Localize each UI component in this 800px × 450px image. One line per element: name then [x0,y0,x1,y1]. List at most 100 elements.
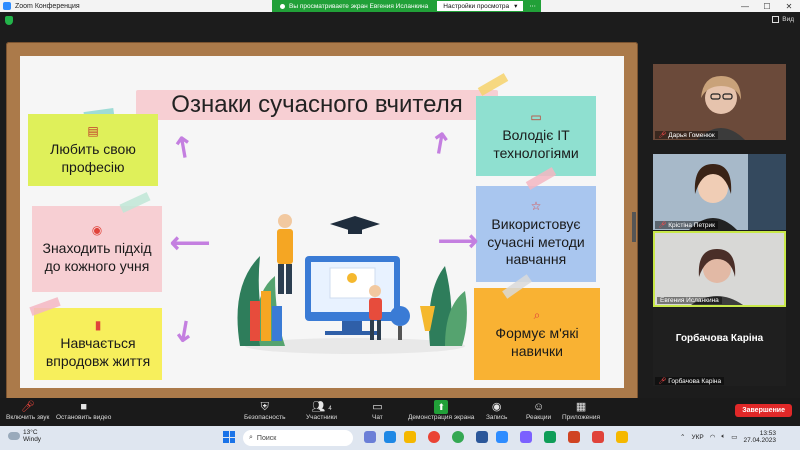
edge-icon[interactable] [384,431,396,443]
note-soft-skills: ⌕ Формує м'які навички [474,288,600,380]
record-icon: ◉ [491,401,502,413]
stop-video-button[interactable]: ■ Остановить видео [56,400,111,421]
chat-button[interactable]: ▭ Чат [372,400,383,421]
search-placeholder: Поиск [256,434,277,442]
record-label: Запись [486,414,508,421]
search-icon: ⌕ [249,434,253,441]
language-indicator[interactable]: УКР [691,434,703,441]
temperature: 13°C [23,429,38,436]
participant-tile[interactable]: Горбачова Каріна 🎤︎ Горбачова Каріна [653,308,786,386]
clock-date: 27.04.2023 [743,437,776,445]
view-settings-button[interactable]: Настройки просмотра ▾ [436,0,525,12]
app-icon[interactable] [592,431,604,443]
shield-icon: ⛨ [260,401,269,413]
participants-button[interactable]: 👥︎ 4 Участники [306,400,337,421]
participant-name: Горбачова Каріна [668,377,722,385]
chat-label: Чат [372,414,383,421]
meeting-toolbar: 🎤︎ Включить звук ■ Остановить видео ⛨ Бе… [0,398,800,426]
participant-video [653,154,786,230]
participant-video [655,233,784,305]
clock[interactable]: 13:53 27.04.2023 [743,430,776,444]
share-screen-icon: ⬆ [434,400,448,414]
viewing-text: Вы просматриваете экран Евгения Исланкин… [289,2,429,10]
word-icon[interactable] [476,431,488,443]
note-approach-text: Знаходить підхід до кожного учня [42,240,152,274]
more-icon: ⋯ [529,3,536,10]
teacher-illustration [237,214,467,354]
unmute-button[interactable]: 🎤︎ Включить звук [6,400,49,421]
banner-more-button[interactable]: ⋯ [524,0,541,12]
app-icon[interactable] [616,431,628,443]
monitor-icon: ▭ [530,110,542,124]
mic-muted-icon: 🎤︎ [658,132,667,139]
note-approach: ◉ Знаходить підхід до кожного учня [32,206,162,292]
minimize-button[interactable]: — [734,0,756,12]
grid-view-icon [772,16,780,23]
start-button[interactable] [223,431,235,443]
wifi-icon[interactable]: ◠ [710,433,716,441]
note-soft-skills-text: Формує м'які навички [495,325,579,359]
chrome-profile-icon[interactable] [452,431,464,443]
app-icon[interactable] [520,431,532,443]
task-view-icon[interactable] [364,431,376,443]
powerpoint-icon[interactable] [568,431,580,443]
security-button[interactable]: ⛨ Безопасность [244,400,285,421]
shared-slide-frame: Ознаки сучасного вчителя ▤ Любить свою п… [6,42,638,426]
star-icon: ☆ [530,199,542,214]
note-it-text: Володіє IT технологіями [493,127,579,161]
stop-video-label: Остановить видео [56,414,112,421]
end-meeting-button[interactable]: Завершение [735,404,792,417]
maximize-button[interactable]: ☐ [756,0,778,12]
view-settings-label: Настройки просмотра [443,2,510,10]
arrow-decoration: ⟵ [170,227,211,258]
participant-label: Евгения Исланкина [657,297,722,304]
mic-muted-icon: 🎤︎ [658,222,667,229]
mic-off-icon: 🎤︎ [20,401,35,413]
chevron-up-icon[interactable]: ⌃ [680,433,685,441]
participant-tile[interactable]: 🎤︎ Дарья Гоменюк [653,64,786,140]
share-screen-label: Демонстрация экрана [408,414,475,421]
mic-muted-icon: 🎤︎ [658,378,667,385]
weather-widget[interactable]: 13°C Windy [8,429,41,443]
battery-icon[interactable]: ▭ [731,433,737,441]
cloud-icon [8,432,20,441]
chevron-down-icon: ▾ [514,3,518,10]
camera-icon: ■ [80,401,88,413]
viewing-indicator: Вы просматриваете экран Евгения Исланкин… [272,0,437,12]
reactions-button[interactable]: ☺ Реакции [526,400,551,421]
zoom-taskbar-icon[interactable] [496,431,508,443]
participant-label: 🎤︎ Горбачова Каріна [655,377,725,385]
participant-tile-active-speaker[interactable]: Евгения Исланкина [653,231,786,307]
scroll-handle[interactable] [632,212,636,242]
view-button[interactable]: Вид [772,16,794,23]
clock-time: 13:53 [759,430,776,437]
arrow-decoration: ↖ [165,127,203,166]
book-icon: ▮ [94,318,102,332]
note-methods: ☆ Використовує сучасні методи навчання [476,186,596,282]
apps-button[interactable]: ▦ Приложения [562,400,600,421]
file-explorer-icon[interactable] [404,431,416,443]
weather-condition: Windy [23,436,42,444]
note-love-profession-text: Любить свою професію [50,141,136,175]
slide-title: Ознаки сучасного вчителя [136,90,498,120]
chrome-icon[interactable] [428,431,440,443]
participant-display-name: Горбачова Каріна [675,333,764,344]
arrow-decoration: ↗ [421,123,459,162]
participants-label: Участники [306,414,338,421]
participant-tile[interactable]: 🎤︎ Крістіна Петрик [653,154,786,230]
books-icon: ▤ [87,124,99,138]
taskbar-search[interactable]: ⌕ Поиск [243,430,353,446]
participant-name: Дарья Гоменюк [668,131,715,139]
share-screen-button[interactable]: ⬆ Демонстрация экрана [408,400,474,421]
volume-icon[interactable]: 🔈︎ [721,433,725,441]
apps-icon: ▦ [575,401,587,413]
chat-bubble-icon: ◉ [91,223,103,237]
record-button[interactable]: ◉ Запись [486,400,507,421]
note-methods-text: Використовує сучасні методи навчання [487,216,585,268]
close-button[interactable]: ✕ [778,0,800,12]
participant-name: Евгения Исланкина [660,297,719,304]
unmute-label: Включить звук [6,414,50,421]
encryption-shield-icon[interactable] [5,16,13,25]
app-icon[interactable] [544,431,556,443]
windows-taskbar: 13°C Windy ⌕ Поиск ⌃ УКР ◠ 🔈︎ ▭ 13:53 27… [0,426,800,450]
